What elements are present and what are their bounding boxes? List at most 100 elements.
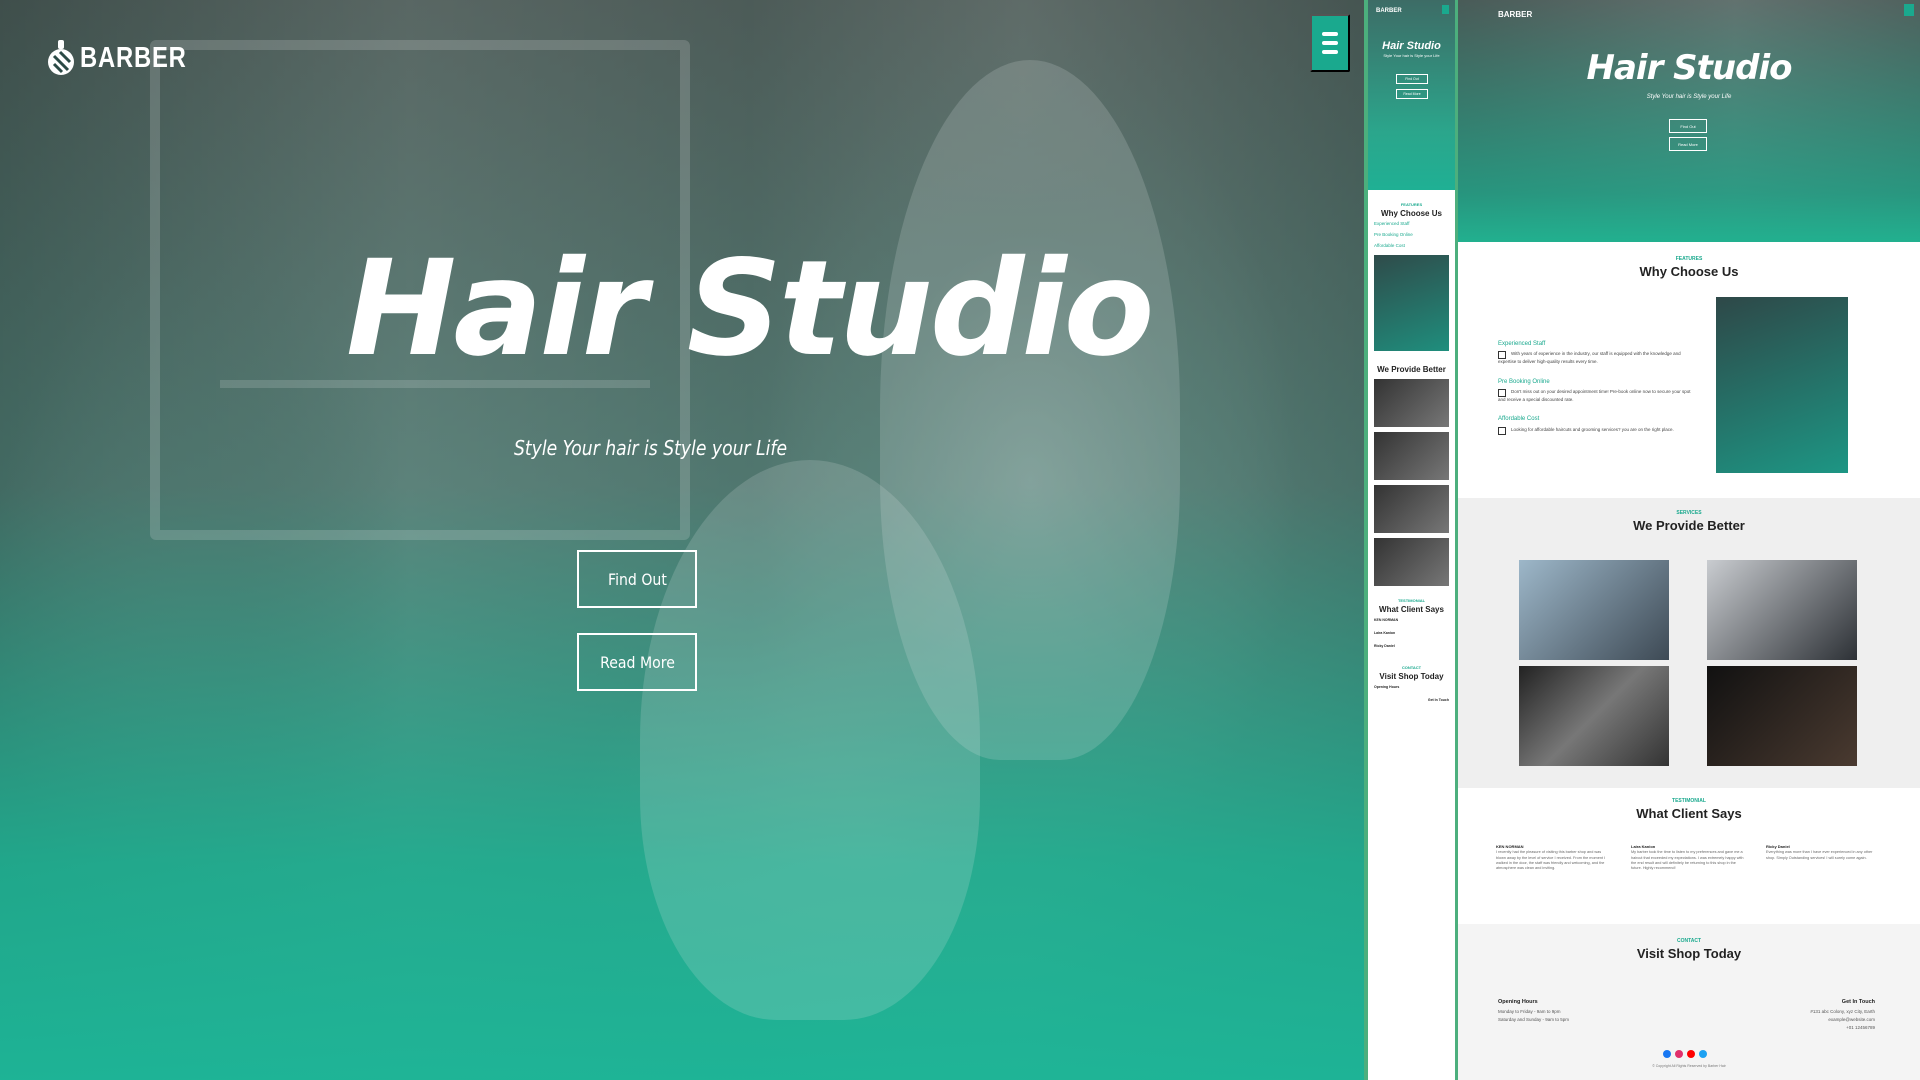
mobile-testimonial-name: Laira Kanion — [1374, 630, 1396, 635]
checkbox-icon — [1498, 389, 1506, 398]
mobile-testimonial-name: KEN NORMAN — [1374, 618, 1399, 622]
features-label: FEATURES — [1675, 256, 1703, 262]
background-client — [640, 460, 980, 1020]
mobile-menu-icon — [1442, 5, 1449, 14]
get-in-touch: Get In Touch #131 abc Colony, xyz City, … — [1810, 998, 1875, 1032]
find-out-label: Find Out — [607, 569, 667, 589]
feature-title: Experienced Staff — [1498, 341, 1546, 347]
mobile-hours-title: Opening Hours — [1374, 684, 1400, 689]
brand-logo[interactable]: BARBER — [46, 38, 210, 78]
mobile-gallery-image — [1374, 538, 1449, 586]
mobile-find-out-button: Find Out — [1396, 74, 1428, 84]
mobile-testimonial-name: Ricky Daniel — [1374, 643, 1395, 648]
mobile-feature-item: Pre Booking Online — [1368, 229, 1455, 240]
gallery-image — [1519, 666, 1669, 766]
mobile-contact-title: Visit Shop Today — [1379, 671, 1444, 681]
testimonial-cards: KEN NORMAN I recently had the pleasure of… — [1496, 844, 1881, 872]
mobile-features-label: FEATURES — [1400, 202, 1423, 207]
desktop-brand-logo: BARBER — [1498, 10, 1533, 19]
gallery-image — [1707, 560, 1857, 660]
visit-shop-today-title: Visit Shop Today — [1636, 946, 1742, 961]
read-more-button[interactable]: Read More — [577, 633, 697, 691]
mobile-hero: BARBER Hair Studio Style Your hair is St… — [1368, 0, 1455, 190]
feature-image — [1716, 297, 1848, 473]
read-more-label: Read More — [599, 652, 675, 672]
mobile-feature-title: Experienced Staff — [1374, 221, 1410, 226]
mobile-gallery-image — [1374, 485, 1449, 533]
mobile-brand-logo: BARBER — [1376, 8, 1402, 14]
mobile-testimonial: KEN NORMAN — [1368, 614, 1455, 627]
contact-address: #131 abc Colony, xyz City, Earth — [1810, 1008, 1875, 1014]
feature-title: Pre Booking Online — [1498, 378, 1550, 385]
price-tag-icon — [1498, 426, 1506, 435]
testimonial-card: Laira Kanion My barber took the time to l… — [1631, 844, 1746, 872]
mobile-testimonial-title: What Client Says — [1379, 605, 1444, 614]
hours-line: Saturday and Sunday - 9am to 5pm — [1498, 1016, 1570, 1022]
mobile-feature-title: Pre Booking Online — [1374, 232, 1413, 237]
testimonial-card: Ricky Daniel Everything was more than I h… — [1766, 844, 1881, 872]
instagram-icon[interactable] — [1675, 1050, 1683, 1058]
features-list: Experienced Staff With years of experien… — [1498, 340, 1693, 447]
mobile-hero-title: Hair Studio — [1382, 40, 1441, 52]
what-client-says-title: What Client Says — [1636, 806, 1742, 821]
we-provide-better-title: We Provide Better — [1633, 518, 1745, 533]
feature-item: Pre Booking Online Don't miss out on you… — [1498, 378, 1693, 404]
hours-line: Monday to Friday - 9am to 9pm — [1498, 1008, 1561, 1014]
mobile-features-title: Why Choose Us — [1381, 209, 1442, 218]
mobile-testimonial: Ricky Daniel — [1368, 640, 1455, 653]
social-links — [1663, 1050, 1707, 1058]
services-gallery — [1519, 560, 1859, 766]
testimonial-name: KEN NORMAN — [1496, 844, 1524, 849]
facebook-icon[interactable] — [1663, 1050, 1671, 1058]
mobile-feature-item: Affordable Cost — [1368, 240, 1455, 251]
mobile-touch-title: Get In Touch — [1427, 697, 1449, 702]
menu-bar-icon — [1322, 41, 1338, 45]
contact-section: CONTACT Visit Shop Today Opening Hours M… — [1458, 924, 1920, 1080]
mobile-preview-panel[interactable]: BARBER Hair Studio Style Your hair is St… — [1364, 0, 1458, 1080]
mobile-feature-image — [1374, 255, 1449, 351]
youtube-icon[interactable] — [1687, 1050, 1695, 1058]
testimonial-text: I recently had the pleasure of visiting … — [1496, 850, 1606, 871]
find-out-button[interactable]: Find Out — [577, 550, 697, 608]
get-in-touch-title: Get In Touch — [1841, 999, 1875, 1005]
testimonial-section: TESTIMONIAL What Client Says KEN NORMAN I… — [1458, 788, 1920, 924]
testimonial-name: Laira Kanion — [1631, 844, 1656, 849]
hamburger-menu-button[interactable] — [1310, 14, 1350, 72]
testimonial-label: TESTIMONIAL — [1672, 798, 1706, 804]
mobile-gallery-image — [1374, 432, 1449, 480]
mobile-feature-item: Experienced Staff — [1368, 218, 1455, 229]
feature-title: Affordable Cost — [1498, 416, 1540, 423]
gallery-image — [1707, 666, 1857, 766]
why-choose-us-title: Why Choose Us — [1639, 264, 1739, 279]
mobile-services-title: We Provide Better — [1377, 365, 1446, 374]
services-section: SERVICES We Provide Better — [1458, 498, 1920, 788]
menu-bar-icon — [1322, 50, 1338, 54]
page-screenshot: BARBER Hair Studio Style Your hair is St… — [0, 0, 1920, 1080]
desktop-find-out-button: Find Out — [1669, 119, 1707, 133]
desktop-hero-title: Hair Studio — [1586, 48, 1793, 88]
shield-icon — [1498, 351, 1506, 360]
feature-text: Don't miss out on your desired appointme… — [1498, 389, 1691, 403]
desktop-preview-panel[interactable]: BARBER Hair Studio Style Your hair is St… — [1458, 0, 1920, 1080]
desktop-hero: BARBER Hair Studio Style Your hair is St… — [1458, 0, 1920, 242]
opening-hours: Opening Hours Monday to Friday - 9am to … — [1498, 998, 1569, 1024]
mobile-hours: Opening Hours — [1368, 681, 1455, 694]
testimonial-card: KEN NORMAN I recently had the pleasure of… — [1496, 844, 1611, 872]
mobile-read-more-button: Read More — [1396, 89, 1428, 99]
contact-phone: +01 12456789 — [1846, 1025, 1875, 1031]
brand-name: BARBER — [80, 41, 187, 74]
desktop-menu-icon — [1904, 4, 1914, 16]
opening-hours-title: Opening Hours — [1498, 999, 1538, 1005]
feature-item: Experienced Staff With years of experien… — [1498, 340, 1693, 366]
mobile-testimonial: Laira Kanion — [1368, 627, 1455, 640]
services-label: SERVICES — [1676, 510, 1702, 516]
feature-item: Affordable Cost Looking for affordable h… — [1498, 415, 1693, 435]
hero-title: Hair Studio — [346, 232, 1154, 386]
feature-text: Looking for affordable haircuts and groo… — [1511, 426, 1674, 432]
why-choose-us-section: FEATURES Why Choose Us Experienced Staff… — [1458, 242, 1920, 498]
desktop-read-more-button: Read More — [1669, 137, 1707, 151]
testimonial-name: Ricky Daniel — [1766, 844, 1790, 849]
mobile-contact-label: CONTACT — [1401, 664, 1422, 670]
twitter-icon[interactable] — [1699, 1050, 1707, 1058]
testimonial-text: Everything was more than I have ever exp… — [1766, 850, 1873, 860]
